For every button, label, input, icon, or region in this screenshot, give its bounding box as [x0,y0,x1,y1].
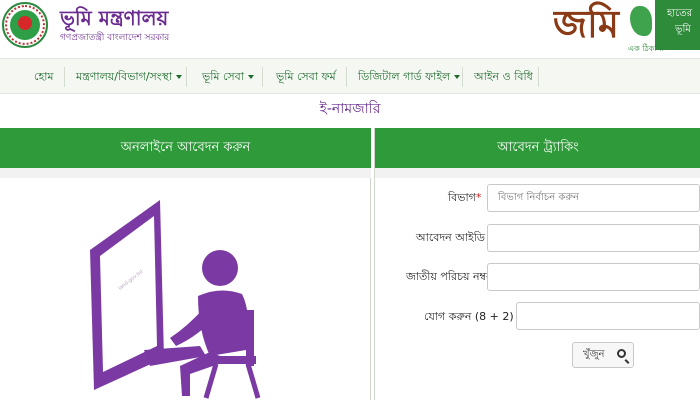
captcha-label: যোগ করুন (8 + 2) = [424,310,527,323]
nav-item-label: হোম [34,70,54,83]
chair-leg [245,363,261,399]
page: ভূমি মন্ত্রণালয় গণপ্রজাতন্ত্রী বাংলাদেশ… [0,0,700,400]
caret-down-icon [248,75,254,79]
ministry-subtitle: গণপ্রজাতন্ত্রী বাংলাদেশ সরকার [60,33,170,43]
nav-divider [538,67,539,87]
brand-tagline: এক ঠিকানা [628,44,664,53]
main-nav: হোম মন্ত্রণালয়/বিভাগ/সংস্থা ভূমি সেবা ভ… [0,58,700,94]
nav-divider [346,67,347,87]
nav-divider [186,67,187,87]
nid-label: জাতীয় পরিচয় নম্বর* [406,268,498,287]
nav-divider [262,67,263,87]
division-label: বিভাগ* [448,189,481,208]
nav-item-label: ভূমি সেবা [202,70,244,83]
nav-divider [462,67,463,87]
nid-label-text: জাতীয় পরিচয় নম্বর [406,270,493,283]
panel-strip [375,168,700,178]
nav-item-label: ডিজিটাল গার্ড ফাইল [358,70,451,83]
page-subtitle: ই-নামজারি [319,101,381,117]
brand-side-line-1: হাতের [667,8,693,19]
search-icon [617,349,626,358]
application-id-label-text: আবেদন আইডি [416,231,486,244]
site-header: ভূমি মন্ত্রণালয় গণপ্রজাতন্ত্রী বাংলাদেশ… [0,0,700,56]
chair-seat [210,356,256,364]
search-button-label: খুঁজুন [583,349,605,360]
online-application-panel: অনলাইনে আবেদন করুন land.gov.bd [0,128,371,400]
nav-item-label: মন্ত্রণালয়/বিভাগ/সংস্থা [76,70,173,83]
nav-item-laws[interactable]: আইন ও বিধি [468,59,539,95]
required-mark: * [475,191,482,204]
nav-item-land-services[interactable]: ভূমি সেবা [196,59,260,95]
person-head [202,250,238,286]
application-id-input[interactable] [487,224,700,252]
panel-strip [0,168,371,178]
captcha-input[interactable] [516,302,700,330]
nav-divider [64,67,65,87]
application-tracking-heading: আবেদন ট্র্যাকিং [375,128,700,168]
chair-leg [203,363,219,399]
search-button[interactable]: খুঁজুন [572,342,634,368]
online-application-heading[interactable]: অনলাইনে আবেদন করুন [0,128,371,168]
nid-input[interactable] [487,263,700,291]
caret-down-icon [176,75,183,79]
caret-down-icon [454,75,461,79]
person-at-computer-illustration[interactable]: land.gov.bd [60,190,300,400]
nav-item-service-forms[interactable]: ভূমি সেবা ফর্ম [270,59,342,95]
nav-item-label: ভূমি সেবা ফর্ম [276,70,336,83]
government-seal-logo[interactable] [2,2,48,48]
nav-item-label: আইন ও বিধি [474,70,533,83]
seal-red-disc [18,16,32,30]
nav-item-home[interactable]: হোম [28,59,60,95]
application-id-label: আবেদন আইডি * [416,229,494,248]
division-label-text: বিভাগ [448,191,476,204]
division-select[interactable]: বিভাগ নির্বাচন করুন [487,184,700,212]
brand-side-line-2: ভূমি [675,24,691,35]
nav-item-ministry[interactable]: মন্ত্রণালয়/বিভাগ/সংস্থা [70,59,188,95]
nav-item-digital-guard-file[interactable]: ডিজিটাল গার্ড ফাইল [352,59,466,95]
